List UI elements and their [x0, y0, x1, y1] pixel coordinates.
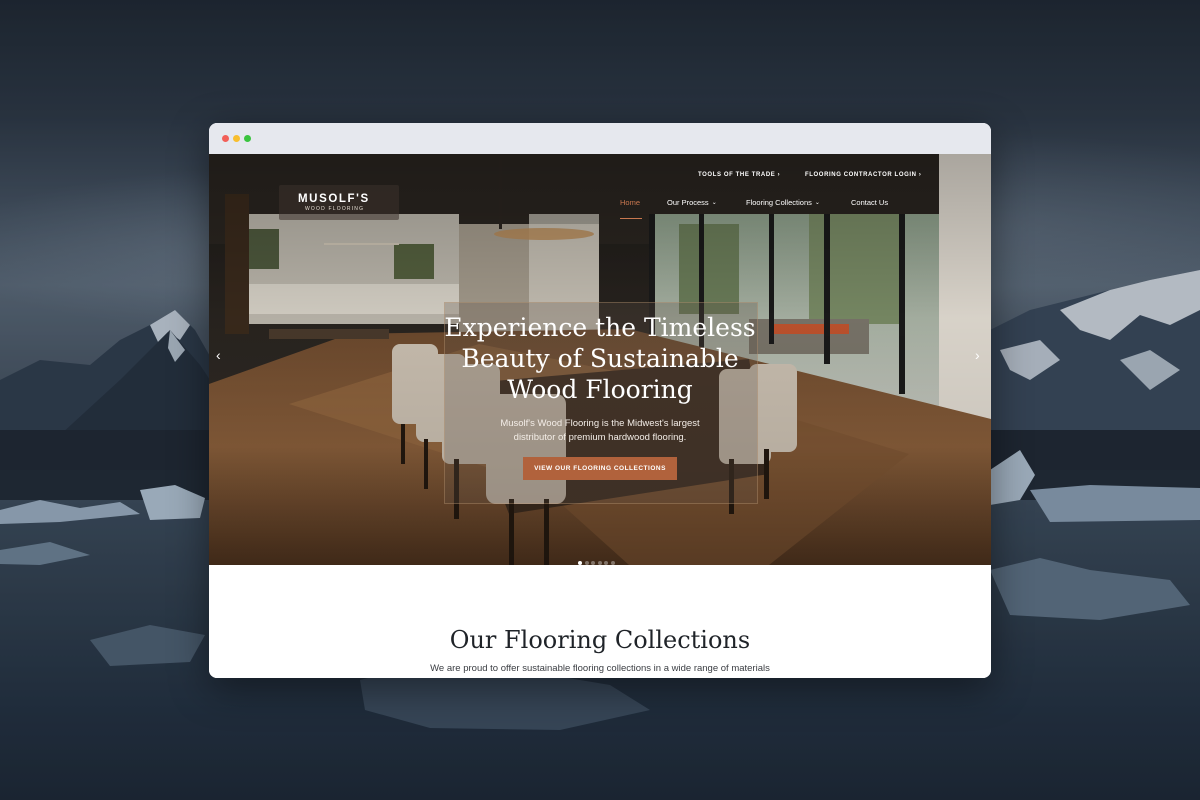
nav-item-home[interactable]: Home: [620, 198, 640, 207]
logo-wordmark: MUSOLF'S: [298, 193, 370, 205]
hero-title-line: Beauty of Sustainable: [461, 344, 739, 373]
nav-item-flooring-collections-label: Flooring Collections: [746, 198, 812, 207]
logo-tagline: WOOD FLOORING: [305, 206, 365, 212]
nav-active-indicator: [620, 218, 642, 219]
nav-item-flooring-collections[interactable]: Flooring Collections ⌄: [746, 198, 820, 207]
minimize-window-dot[interactable]: [233, 135, 240, 142]
contractor-login-link[interactable]: FLOORING CONTRACTOR LOGIN ›: [805, 172, 921, 178]
nav-item-our-process-label: Our Process: [667, 198, 709, 207]
nav-item-contact-us-label: Contact Us: [851, 198, 889, 207]
tools-of-the-trade-link[interactable]: TOOLS OF THE TRADE ›: [698, 172, 780, 178]
chevron-right-icon: ›: [918, 172, 922, 178]
close-window-dot[interactable]: [222, 135, 229, 142]
hero-subtitle-line: Musolf's Wood Flooring is the Midwest's …: [500, 418, 700, 429]
browser-titlebar: [209, 123, 991, 154]
hero-title: Experience the Timeless Beauty of Sustai…: [444, 312, 756, 405]
tools-of-the-trade-label: TOOLS OF THE TRADE: [698, 172, 776, 178]
collections-title: Our Flooring Collections: [449, 626, 751, 654]
slider-prev-button[interactable]: ‹: [216, 348, 221, 362]
site-logo[interactable]: MUSOLF'S WOOD FLOORING: [279, 185, 399, 220]
contractor-login-label: FLOORING CONTRACTOR LOGIN: [805, 172, 917, 178]
collections-subtitle: We are proud to offer sustainable floori…: [430, 663, 770, 674]
nav-item-our-process[interactable]: Our Process ⌄: [667, 198, 717, 207]
nav-item-home-label: Home: [620, 198, 641, 207]
hero-title-line: Experience the Timeless: [444, 313, 756, 342]
collections-section: Our Flooring Collections We are proud to…: [209, 565, 991, 678]
maximize-window-dot[interactable]: [244, 135, 251, 142]
hero-subtitle-line: distributor of premium hardwood flooring…: [513, 432, 687, 443]
view-collections-button[interactable]: VIEW OUR FLOORING COLLECTIONS: [523, 457, 677, 480]
chevron-left-icon: ‹: [216, 347, 221, 363]
slider-pagination: [578, 552, 617, 565]
chevron-down-icon: ⌄: [711, 200, 717, 206]
hero-slider: TOOLS OF THE TRADE › FLOORING CONTRACTOR…: [209, 154, 991, 565]
nav-item-contact-us[interactable]: Contact Us: [851, 198, 888, 207]
chevron-right-icon: ›: [777, 172, 781, 178]
chevron-right-icon: ›: [975, 347, 980, 363]
browser-window: TOOLS OF THE TRADE › FLOORING CONTRACTOR…: [209, 123, 991, 678]
hero-subtitle: Musolf's Wood Flooring is the Midwest's …: [469, 417, 731, 445]
hero-title-line: Wood Flooring: [507, 375, 693, 404]
slider-next-button[interactable]: ›: [975, 348, 980, 362]
chevron-down-icon: ⌄: [814, 200, 820, 206]
